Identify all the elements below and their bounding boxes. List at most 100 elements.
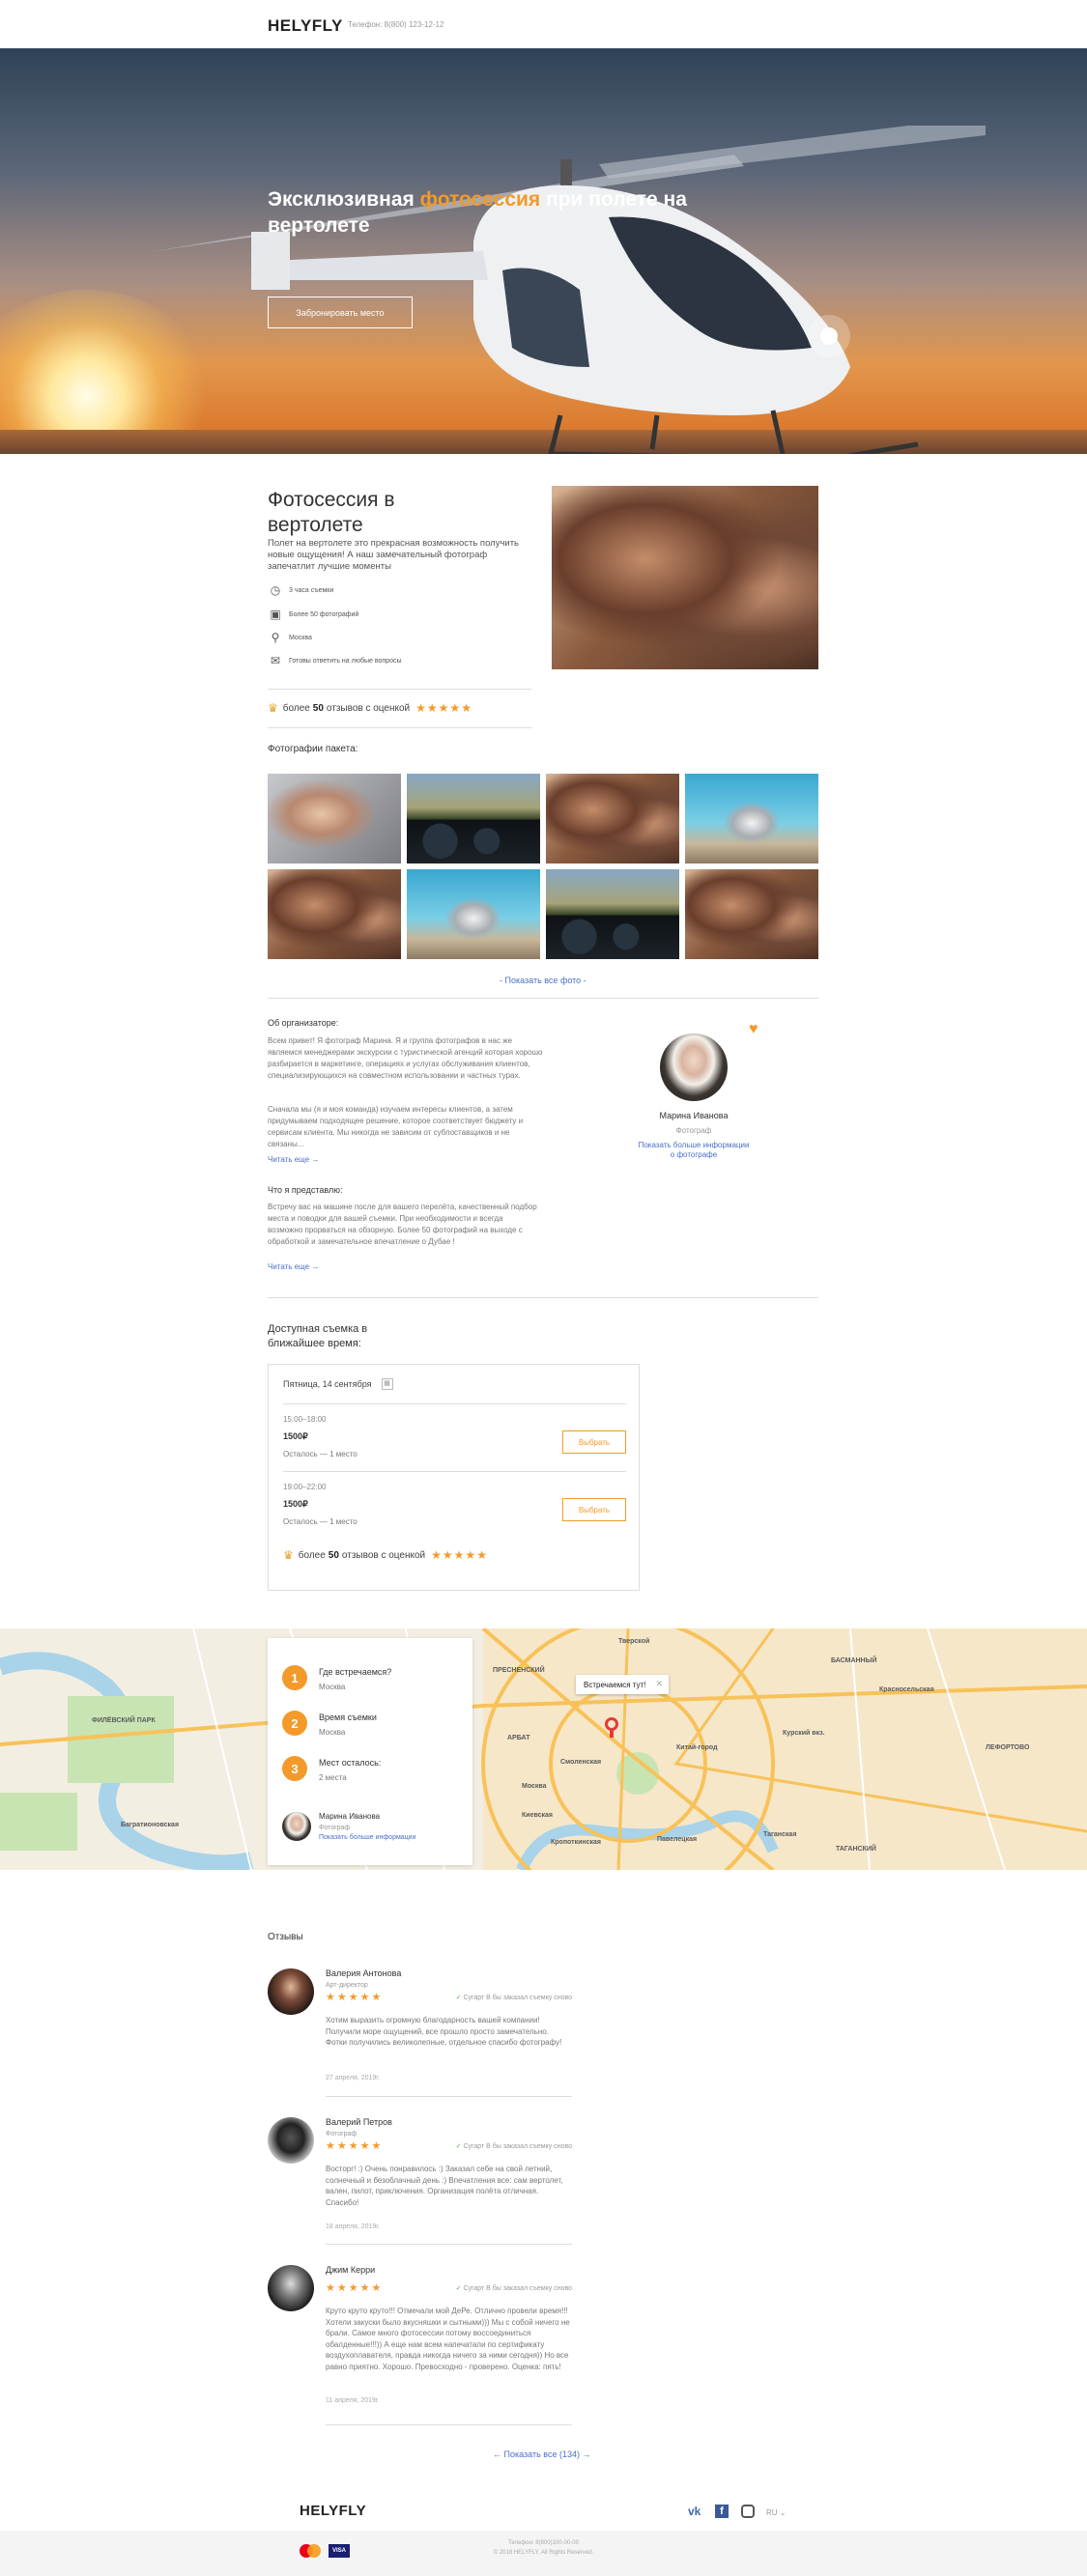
- schedule-title: Доступная съемка в ближайшее время:: [268, 1323, 368, 1349]
- read-more-link-2[interactable]: Читать еще →: [268, 1262, 319, 1271]
- show-all-photos-link[interactable]: - Показать все фото -: [500, 976, 586, 985]
- info-step: 2 Время съемки Москва: [282, 1711, 466, 1740]
- logo[interactable]: HELYFLY: [268, 16, 343, 36]
- map-tiles: [0, 1628, 1087, 1870]
- read-more-link[interactable]: Читать еще →: [268, 1155, 319, 1164]
- intro-title: Фотосессия в вертолете: [268, 489, 395, 536]
- map-label: БАСМАННЫЙ: [831, 1657, 877, 1664]
- divider: [326, 2096, 572, 2097]
- show-all-reviews-link[interactable]: ← Показать все (134) →: [493, 2449, 590, 2459]
- instagram-icon[interactable]: [741, 2505, 755, 2518]
- trophy-icon: ♛: [283, 1548, 294, 1562]
- verified-badge: ✓ Сугарт В бы заказал съемку сново: [455, 1995, 572, 2001]
- clock-icon: ◷: [270, 583, 281, 597]
- gallery-photo[interactable]: [685, 869, 818, 959]
- divider: [268, 727, 531, 728]
- rating-stars: ★★★★★: [415, 701, 472, 715]
- map-label: Багратионовская: [121, 1822, 180, 1828]
- feature-support: ✉ Готовы ответить на любые вопросы: [268, 653, 402, 668]
- copyright: © 2018 HELYFLY. All Rights Reserved.: [493, 2550, 594, 2556]
- select-slot-button[interactable]: Выбрать: [562, 1498, 626, 1521]
- expect-title: Что я представлю:: [268, 1185, 343, 1195]
- hero-banner: Эксклюзивная фотосессия при полете на ве…: [0, 48, 1087, 454]
- feature-photos: ▣ Более 50 фотографий: [268, 607, 358, 622]
- reviewer-avatar: [268, 2117, 314, 2164]
- map-label: Таганская: [763, 1831, 797, 1838]
- trophy-icon: ♛: [268, 701, 278, 715]
- language-select[interactable]: RU ⌄: [766, 2508, 786, 2517]
- feature-duration: ◷ 3 часа съемки: [268, 582, 334, 598]
- facebook-icon[interactable]: f: [715, 2505, 729, 2518]
- hero-title: Эксклюзивная фотосессия при полете на ве…: [268, 188, 687, 237]
- divider: [283, 1403, 626, 1404]
- bottom-bar: VISA Телефон: 8(800)100-00-00 © 2018 HEL…: [0, 2531, 1087, 2576]
- select-slot-button[interactable]: Выбрать: [562, 1430, 626, 1454]
- mastercard-icon: [300, 2544, 321, 2558]
- reviewer-role: Фотограф: [326, 2131, 358, 2137]
- header-phone: Телефон: 8(800) 123-12-12: [348, 20, 444, 29]
- review-stars: ★★★★★: [326, 1992, 384, 2003]
- rating-stars: ★★★★★: [431, 1548, 488, 1562]
- footer-phone: Телефон: 8(800)100-00-00: [508, 2540, 579, 2546]
- verified-badge: ✓ Сугарт В бы заказал съемку сново: [455, 2285, 572, 2292]
- gallery-photo[interactable]: [268, 869, 401, 959]
- footer-logo[interactable]: HELYFLY: [300, 2503, 366, 2519]
- divider: [268, 689, 531, 690]
- gallery-photo[interactable]: [407, 774, 540, 863]
- review-card: Валерий Петров Фотограф ★★★★★ ✓ Сугарт В …: [268, 2117, 572, 2252]
- schedule-date[interactable]: Пятница, 14 сентября ▦: [283, 1378, 393, 1390]
- check-icon: ✓: [455, 2143, 462, 2150]
- book-button[interactable]: Забронировать место: [268, 297, 413, 328]
- info-step: 3 Мест осталось: 2 места: [282, 1756, 466, 1785]
- feature-location: ⚲ Москва: [268, 630, 312, 645]
- organizer-avatar: [660, 1033, 728, 1101]
- map-label: Кропоткинская: [551, 1839, 601, 1846]
- map-label: Красносельская: [879, 1686, 934, 1693]
- map-label: АРБАТ: [507, 1735, 530, 1741]
- schedule-card: Пятница, 14 сентября ▦ 15:00–18:00 1500₽ …: [268, 1364, 640, 1591]
- review-date: 27 апреля, 2019г.: [326, 2075, 380, 2081]
- reviewer-name: Джим Керри: [326, 2265, 376, 2275]
- intro-photo: [552, 486, 818, 669]
- organizer-text-2: Сначала мы (я и моя команда) изучаем инт…: [268, 1105, 524, 1148]
- calendar-icon[interactable]: ▦: [381, 1378, 393, 1390]
- gallery-photo[interactable]: [268, 774, 401, 863]
- location-icon: ⚲: [271, 631, 280, 644]
- organizer-text: Всем привет! Я фотограф Марина. Я и груп…: [268, 1036, 543, 1080]
- header: HELYFLY Телефон: 8(800) 123-12-12: [0, 0, 1087, 48]
- organizer-role: Фотограф: [319, 1825, 351, 1831]
- intro-rating: ♛ более 50 отзывов с оценкой ★★★★★: [268, 701, 472, 715]
- map[interactable]: ФИЛЁВСКИЙ ПАРК БАСМАННЫЙ ЛЕФОРТОВО АРБАТ…: [0, 1628, 1087, 1870]
- review-card: Валерия Антонова Арт-директор ★★★★★ ✓ Суг…: [268, 1968, 572, 2104]
- vk-icon[interactable]: vk: [688, 2505, 701, 2518]
- gallery-photo[interactable]: [546, 869, 679, 959]
- close-icon[interactable]: ✕: [655, 1679, 663, 1689]
- review-stars: ★★★★★: [326, 2140, 384, 2152]
- check-icon: ✓: [455, 2285, 462, 2292]
- organizer-more-link[interactable]: Показать больше информации: [319, 1834, 416, 1841]
- map-label: Павелецкая: [657, 1836, 698, 1843]
- review-card: Джим Керри ★★★★★ ✓ Сугарт В бы заказал съ…: [268, 2265, 572, 2429]
- schedule-rating: ♛ более 50 отзывов с оценкой ★★★★★: [283, 1548, 488, 1562]
- organizer-name: Марина Иванова: [659, 1111, 729, 1120]
- gallery-title: Фотографии пакета:: [268, 744, 358, 754]
- gallery-photo[interactable]: [407, 869, 540, 959]
- map-info-card: 1 Где встречаемся? Москва 2 Время съемки Мос…: [268, 1638, 472, 1865]
- review-date: 11 апреля, 2019г.: [326, 2397, 380, 2404]
- heart-icon[interactable]: ♥: [749, 1021, 758, 1038]
- organizer-more-link[interactable]: Показать больше информации о фотографе: [638, 1141, 750, 1160]
- organizer-role: Фотограф: [675, 1126, 712, 1135]
- map-pin-icon[interactable]: [605, 1717, 618, 1738]
- verified-badge: ✓ Сугарт В бы заказал съемку сново: [455, 2143, 572, 2150]
- review-text: Хотим выразить огромную благодарность ва…: [326, 2016, 562, 2047]
- reviewer-name: Валерия Антонова: [326, 1968, 402, 1978]
- gallery-photo[interactable]: [685, 774, 818, 863]
- reviewer-name: Валерий Петров: [326, 2117, 392, 2127]
- chat-icon: ✉: [270, 654, 281, 667]
- organizer-title: Об организаторе:: [268, 1018, 339, 1028]
- gallery-photo[interactable]: [546, 774, 679, 863]
- info-step: 1 Где встречаемся? Москва: [282, 1665, 466, 1694]
- map-label: Киевская: [522, 1812, 553, 1819]
- map-label: Москва: [522, 1783, 547, 1790]
- review-date: 18 апреля, 2019г.: [326, 2223, 380, 2230]
